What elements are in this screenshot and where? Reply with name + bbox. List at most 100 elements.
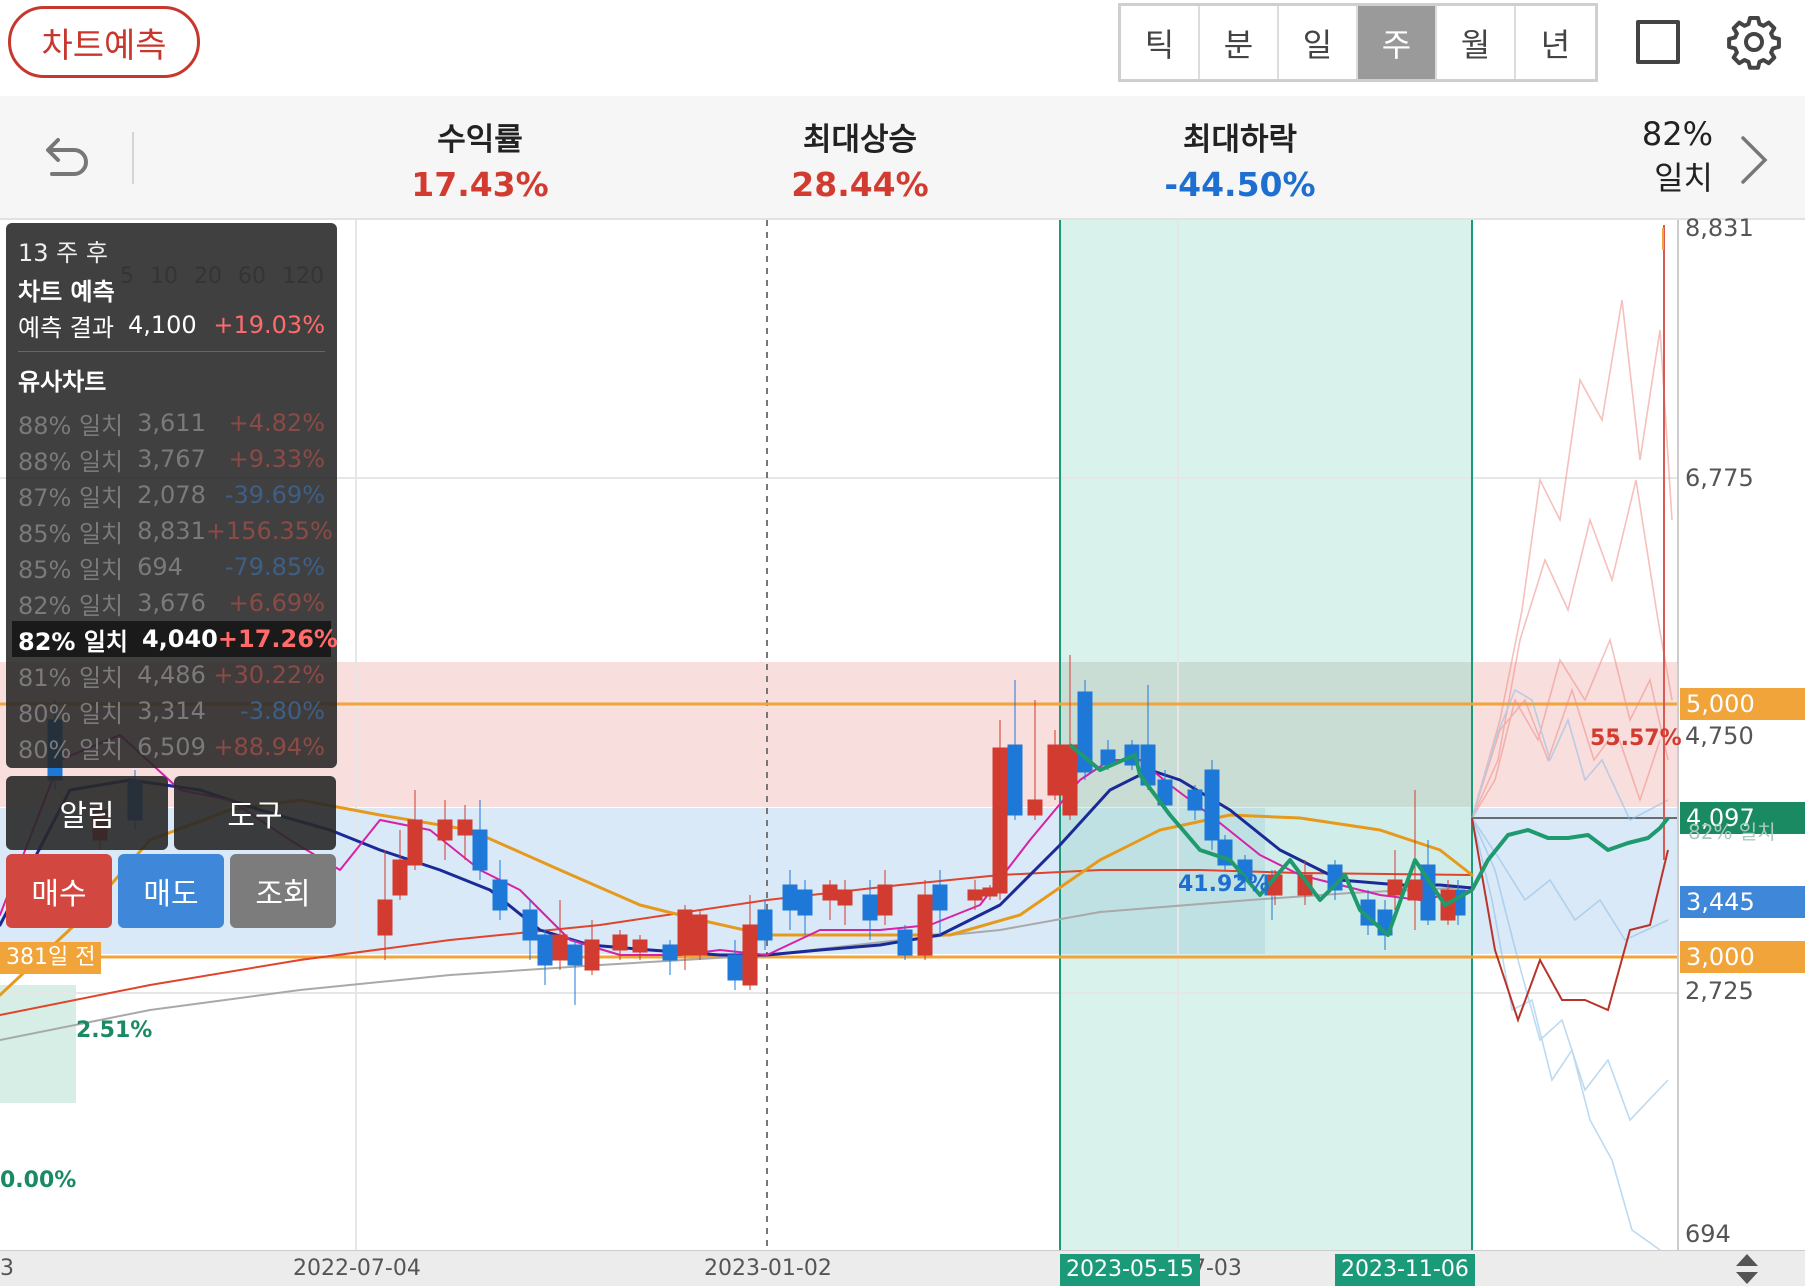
return-stat: 수익률 17.43% [400,114,560,204]
price-tag-3445: 3,445 [1680,886,1805,918]
price-tag-3000: 3,000 [1680,941,1805,973]
similar-price: 8,831 [137,517,206,545]
panel-title: 차트 예측 [18,278,115,306]
return-label: 수익률 [437,122,523,158]
alert-button[interactable]: 알림 [6,776,168,850]
highlight-end-date: 2023-11-06 [1335,1254,1475,1286]
similar-match: 87% 일치 [18,483,124,512]
similar-match: 82% 일치 [18,591,124,620]
match-summary[interactable]: 82% 일치 [1642,112,1713,200]
days-ago-tag: 381일 전 [0,942,102,974]
similar-change: +9.33% [228,445,325,473]
similar-price: 4,040 [141,625,218,653]
divider [132,132,134,184]
tab-minute[interactable]: 분 [1200,6,1279,79]
similar-change: +30.22% [213,661,325,689]
tab-tick[interactable]: 틱 [1121,6,1200,79]
left-low-pct: 2.51% [76,1018,153,1043]
prediction-result-row: 예측 결과 4,100 +19.03% [18,307,325,343]
similar-item[interactable]: 85% 일치 8,831 +156.35% [18,513,333,549]
similar-match: 80% 일치 [18,699,124,728]
tab-month[interactable]: 월 [1437,6,1516,79]
similar-item[interactable]: 88% 일치 3,611 +4.82% [18,405,325,441]
fullscreen-square-icon[interactable] [1636,20,1680,64]
max-down-value: -44.50% [1164,165,1316,204]
similar-change: +156.35% [205,517,333,545]
similar-match: 81% 일치 [18,663,124,692]
max-up-value: 28.44% [791,165,929,204]
price-tag-5000: 5,000 [1680,688,1805,720]
result-label: 예측 결과 [18,313,114,342]
x-tick: 2022-07-04 [293,1256,421,1281]
similar-match: 88% 일치 [18,411,124,440]
panel-divider [18,351,325,352]
x-tick-fragment: 3 [0,1256,14,1281]
y-tick: 2,725 [1685,977,1754,1005]
match-label: 일치 [1654,159,1713,197]
chart-predict-button[interactable]: 차트예측 [8,6,200,78]
similar-match: 88% 일치 [18,447,124,476]
undo-icon[interactable] [36,128,94,186]
highlight-start-date: 2023-05-15 [1060,1254,1200,1286]
result-price: 4,100 [127,311,197,339]
similar-item[interactable]: 80% 일치 3,314 -3.80% [18,693,325,729]
x-axis [0,1250,1805,1286]
similar-change: +88.94% [213,733,325,761]
similar-price: 3,767 [137,445,206,473]
y-tick: 6,775 [1685,464,1754,492]
similar-price: 6,509 [137,733,206,761]
settings-gear-icon[interactable] [1726,14,1782,70]
similar-match: 82% 일치 [18,627,128,656]
similar-item[interactable]: 80% 일치 6,509 +88.94% [18,729,325,765]
similar-item-selected[interactable]: 82% 일치 4,040 +17.26% [12,621,338,657]
chevron-right-icon[interactable] [1739,134,1769,186]
buy-button[interactable]: 매수 [6,854,112,928]
similar-item[interactable]: 87% 일치 2,078 -39.69% [18,477,325,513]
y-tick: 694 [1685,1220,1731,1248]
similar-price: 3,314 [137,697,206,725]
max-down-stat: 최대하락 -44.50% [1150,114,1330,204]
stats-bar: 수익률 17.43% 최대상승 28.44% 최대하락 -44.50% 82% … [0,96,1805,220]
similar-price: 3,676 [137,589,206,617]
similar-item[interactable]: 82% 일치 3,676 +6.69% [18,585,325,621]
top-bar: 차트예측 틱 분 일 주 월 년 [0,0,1805,96]
similar-match: 85% 일치 [18,555,124,584]
period-tabs: 틱 분 일 주 월 년 [1118,3,1598,82]
max-down-label: 최대하락 [1182,122,1298,158]
tools-button[interactable]: 도구 [174,776,336,850]
similar-item[interactable]: 81% 일치 4,486 +30.22% [18,657,325,693]
return-value: 17.43% [411,165,549,204]
match-percent: 82% [1641,115,1713,153]
axis-scale-handle-icon[interactable] [1732,1252,1762,1286]
similar-item[interactable]: 88% 일치 3,767 +9.33% [18,441,325,477]
red-zone-pct: 55.57% [1590,726,1682,751]
blue-zone-pct: 41.92% [1178,872,1270,897]
similar-item[interactable]: 85% 일치 694 -79.85% [18,549,325,585]
similar-price: 4,486 [137,661,206,689]
left-zero-pct: 0.00% [0,1168,77,1193]
similar-change: -39.69% [224,481,325,509]
similar-change: -79.85% [224,553,325,581]
similar-price: 694 [137,553,183,581]
sell-button[interactable]: 매도 [118,854,224,928]
similar-match: 85% 일치 [18,519,124,548]
similar-price: 3,611 [137,409,206,437]
max-up-label: 최대상승 [802,122,918,158]
similar-change: +6.69% [228,589,325,617]
y-tick: 8,831 [1685,214,1754,242]
similar-match: 80% 일치 [18,735,124,764]
tab-week[interactable]: 주 [1358,6,1437,79]
similar-change: +17.26% [217,625,338,653]
similar-change: +4.82% [228,409,325,437]
prediction-panel: 13 주 후 차트 예측 예측 결과 4,100 +19.03% 유사차트 88… [6,223,338,768]
y-tick: 4,750 [1685,722,1754,750]
tab-day[interactable]: 일 [1279,6,1358,79]
hidden-match-label: 82% 일치 [1688,820,1776,844]
result-change: +19.03% [213,311,325,339]
tab-year[interactable]: 년 [1516,6,1595,79]
view-button[interactable]: 조회 [230,854,336,928]
weeks-after-label: 13 주 후 [18,239,108,267]
similar-price: 2,078 [137,481,206,509]
similar-change: -3.80% [240,697,325,725]
max-up-stat: 최대상승 28.44% [780,114,940,204]
